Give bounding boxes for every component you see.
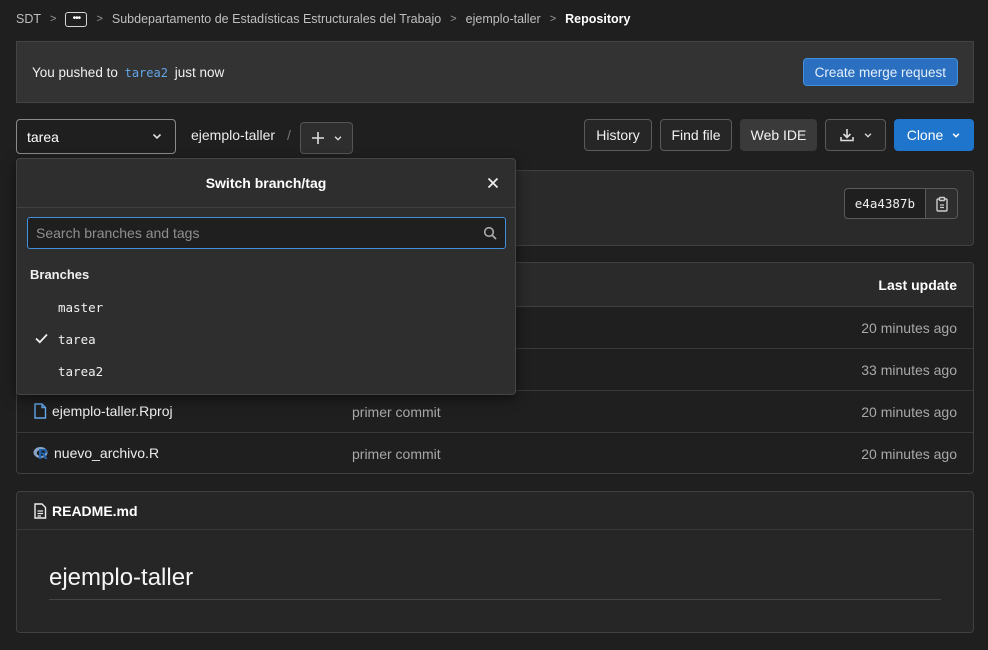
download-icon	[839, 129, 854, 142]
readme-heading: ejemplo-taller	[49, 564, 194, 591]
breadcrumb-more-button[interactable]: •••	[65, 11, 88, 27]
branch-selector[interactable]: tarea	[16, 119, 176, 154]
readme-filename[interactable]: README.md	[52, 503, 138, 519]
clone-button-label: Clone	[906, 127, 944, 143]
checkmark-icon	[35, 333, 48, 344]
document-icon	[34, 502, 47, 519]
chevron-right-icon: >	[96, 13, 103, 25]
chevron-right-icon: >	[549, 13, 557, 25]
file-name-link[interactable]: nuevo_archivo.R	[33, 445, 159, 461]
chevron-down-icon	[864, 133, 871, 138]
commit-sha[interactable]: e4a4387b	[843, 188, 925, 219]
file-last-update: 20 minutes ago	[861, 446, 957, 462]
branch-item-tarea[interactable]: tarea	[17, 323, 515, 355]
file-commit-message[interactable]: primer commit	[352, 404, 441, 420]
chevron-down-icon	[152, 133, 162, 140]
alert-suffix: just now	[174, 64, 225, 80]
push-alert: You pushed to tarea2 just now Create mer…	[16, 41, 974, 103]
switch-branch-dropdown: Switch branch/tag Branches master tarea …	[16, 158, 516, 395]
dropdown-title: Switch branch/tag	[205, 175, 327, 191]
breadcrumb-current: Repository	[565, 12, 631, 26]
history-button[interactable]: History	[584, 119, 652, 151]
web-ide-button[interactable]: Web IDE	[740, 119, 817, 151]
alert-prefix: You pushed to	[32, 64, 118, 80]
branches-section-header: Branches	[30, 267, 90, 282]
chevron-down-icon	[334, 136, 341, 141]
readme-divider	[49, 599, 941, 600]
file-last-update: 20 minutes ago	[861, 404, 957, 420]
column-last-update: Last update	[878, 277, 957, 293]
chevron-right-icon: >	[50, 13, 57, 25]
alert-branch-link[interactable]: tarea2	[125, 66, 168, 80]
plus-icon	[311, 132, 324, 144]
commit-sha-group: e4a4387b	[843, 188, 958, 219]
branch-item-label: tarea2	[58, 363, 104, 379]
breadcrumb-project[interactable]: ejemplo-taller	[466, 12, 541, 26]
file-commit-message[interactable]: primer commit	[352, 446, 441, 462]
file-name-link[interactable]: ejemplo-taller.Rproj	[33, 403, 173, 419]
table-row[interactable]: nuevo_archivo.R primer commit 20 minutes…	[17, 433, 973, 473]
create-merge-request-button[interactable]: Create merge request	[802, 58, 958, 86]
download-button[interactable]	[825, 119, 886, 151]
branch-selector-label: tarea	[27, 128, 59, 145]
readme-panel: README.md ejemplo-taller	[16, 491, 974, 633]
close-icon[interactable]	[485, 175, 501, 191]
clipboard-icon	[935, 196, 948, 212]
chevron-down-icon	[952, 133, 960, 138]
clone-button[interactable]: Clone	[894, 119, 974, 151]
project-path-link[interactable]: ejemplo-taller	[191, 127, 275, 143]
file-name: ejemplo-taller.Rproj	[52, 403, 173, 419]
breadcrumb-root[interactable]: SDT	[16, 12, 41, 26]
alert-message: You pushed to tarea2 just now	[32, 65, 224, 80]
r-language-icon	[33, 447, 48, 459]
file-name: nuevo_archivo.R	[54, 445, 160, 461]
add-to-tree-button[interactable]	[300, 122, 353, 154]
file-icon	[34, 403, 47, 419]
chevron-right-icon: >	[450, 13, 457, 25]
file-last-update: 33 minutes ago	[861, 362, 957, 378]
find-file-button[interactable]: Find file	[660, 119, 732, 151]
file-last-update: 20 minutes ago	[861, 320, 957, 336]
branch-item-tarea2[interactable]: tarea2	[17, 355, 515, 387]
copy-sha-button[interactable]	[925, 188, 958, 219]
search-icon	[483, 226, 497, 240]
dropdown-header: Switch branch/tag	[17, 159, 515, 208]
breadcrumb-group[interactable]: Subdepartamento de Estadísticas Estructu…	[112, 12, 441, 26]
branch-item-label: tarea	[58, 331, 96, 347]
branch-item-label: master	[58, 299, 104, 315]
breadcrumb: SDT > ••• > Subdepartamento de Estadísti…	[16, 10, 630, 28]
readme-header: README.md	[17, 492, 973, 530]
branch-search-input[interactable]	[36, 225, 483, 241]
branch-search	[27, 217, 506, 249]
table-row[interactable]: ejemplo-taller.Rproj primer commit 20 mi…	[17, 391, 973, 433]
path-separator: /	[287, 127, 291, 143]
branch-item-master[interactable]: master	[17, 291, 515, 323]
